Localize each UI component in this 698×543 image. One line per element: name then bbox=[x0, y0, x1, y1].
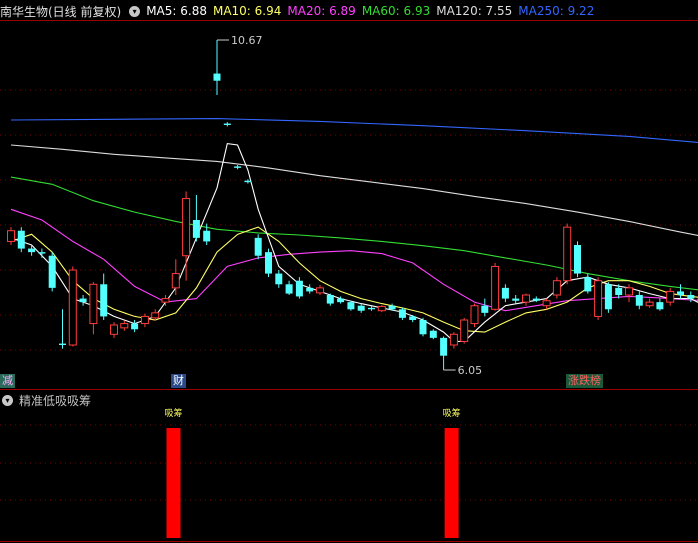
candle-body bbox=[357, 305, 365, 311]
candle-body bbox=[460, 319, 469, 342]
candle-body bbox=[522, 294, 530, 303]
candle-body bbox=[491, 265, 500, 310]
candle-body bbox=[110, 324, 118, 335]
candle-body bbox=[100, 284, 108, 317]
candle-body bbox=[203, 230, 211, 242]
signal-bar bbox=[444, 428, 459, 538]
candle-body bbox=[625, 287, 633, 296]
ma250-label: MA250: 9.22 bbox=[518, 4, 595, 18]
ma120-label: MA120: 7.55 bbox=[436, 4, 513, 18]
signal-bar bbox=[166, 428, 181, 538]
ma250-line bbox=[10, 118, 698, 143]
candle-body bbox=[285, 284, 293, 294]
candle-body bbox=[666, 290, 675, 303]
candle-body bbox=[584, 277, 592, 292]
marker-rank[interactable]: 涨跌榜 bbox=[566, 374, 603, 388]
candle-body bbox=[48, 255, 56, 288]
candle-body bbox=[687, 295, 695, 299]
candle-body bbox=[234, 166, 242, 168]
candle-body bbox=[68, 269, 77, 346]
candle-body bbox=[244, 180, 252, 183]
candle-body bbox=[398, 309, 406, 318]
candle-body bbox=[306, 287, 314, 292]
candle-body bbox=[470, 305, 479, 325]
candle-body bbox=[532, 298, 540, 301]
ma5-label: MA5: 6.88 bbox=[146, 4, 207, 18]
candle-body bbox=[347, 302, 355, 310]
candle-body bbox=[512, 298, 520, 301]
candle-body bbox=[377, 305, 386, 312]
candle-body bbox=[223, 123, 231, 125]
signal-bars: 吸筹 吸筹 bbox=[164, 407, 461, 538]
candle-body bbox=[615, 287, 623, 295]
signal-label: 吸筹 bbox=[443, 407, 461, 419]
candle-body bbox=[38, 252, 46, 254]
candle-body bbox=[563, 226, 572, 282]
candle-body bbox=[192, 220, 200, 238]
candle-body bbox=[552, 280, 561, 296]
candle-body bbox=[409, 316, 417, 320]
candle-body bbox=[481, 305, 489, 313]
candle-body bbox=[171, 273, 180, 289]
candle-body bbox=[131, 323, 139, 330]
candle-body bbox=[594, 280, 603, 317]
ma120-line bbox=[10, 144, 698, 236]
candle-body bbox=[213, 73, 221, 81]
candle-body bbox=[182, 198, 191, 257]
candle-body bbox=[120, 323, 129, 329]
candle-body bbox=[275, 273, 283, 285]
candle-body bbox=[7, 230, 15, 242]
ma60-label: MA60: 6.93 bbox=[361, 4, 431, 18]
chart-header: 南华生物(日线 前复权) ▾ MA5: 6.88 MA10: 6.94 MA20… bbox=[0, 2, 600, 20]
candle-body bbox=[419, 320, 427, 335]
candle-body bbox=[265, 252, 272, 274]
grid-lines bbox=[0, 20, 698, 542]
candle-body bbox=[326, 295, 334, 304]
candle-body bbox=[368, 307, 375, 310]
high-price-label: 10.67 bbox=[231, 34, 263, 47]
signal-label: 吸筹 bbox=[164, 407, 182, 419]
candle-body bbox=[388, 305, 396, 310]
candle-body bbox=[295, 280, 303, 297]
chart-canvas: 吸筹 吸筹 10.67 6.05 bbox=[0, 20, 698, 542]
ma60-line bbox=[10, 176, 698, 291]
candle-body bbox=[656, 302, 664, 310]
candle-body bbox=[542, 300, 551, 307]
candle-body bbox=[161, 298, 170, 303]
marker-reduce[interactable]: 减 bbox=[0, 374, 15, 388]
low-price-label: 6.05 bbox=[458, 364, 483, 377]
indicator-title[interactable]: 精准低吸吸筹 bbox=[19, 392, 91, 409]
candle-body bbox=[89, 283, 98, 325]
candle-body bbox=[449, 333, 458, 346]
candle-body bbox=[316, 287, 324, 294]
candle-body bbox=[501, 287, 509, 299]
candle-body bbox=[140, 315, 149, 325]
subpanel-header: ▾ 精准低吸吸筹 bbox=[2, 392, 91, 409]
candle-body bbox=[17, 230, 25, 249]
candle-body bbox=[440, 337, 448, 356]
candle-body bbox=[645, 301, 654, 307]
ma20-label: MA20: 6.89 bbox=[287, 4, 356, 18]
marker-finance[interactable]: 财 bbox=[171, 374, 186, 388]
candle-body bbox=[635, 295, 643, 306]
candle-body bbox=[604, 284, 612, 310]
dropdown-icon[interactable]: ▾ bbox=[129, 5, 141, 17]
candle-body bbox=[574, 245, 581, 274]
candlestick-series bbox=[7, 40, 698, 370]
candle-body bbox=[151, 312, 160, 319]
indicator-dropdown-icon[interactable]: ▾ bbox=[2, 395, 13, 406]
candle-body bbox=[254, 237, 262, 256]
ma10-label: MA10: 6.94 bbox=[212, 4, 282, 18]
candle-body bbox=[79, 298, 87, 303]
candle-body bbox=[429, 330, 437, 338]
stock-title[interactable]: 南华生物(日线 前复权) bbox=[0, 3, 121, 20]
candle-body bbox=[677, 291, 684, 295]
candle-body bbox=[59, 343, 66, 345]
candle-body bbox=[28, 248, 36, 253]
candle-body bbox=[337, 298, 345, 303]
